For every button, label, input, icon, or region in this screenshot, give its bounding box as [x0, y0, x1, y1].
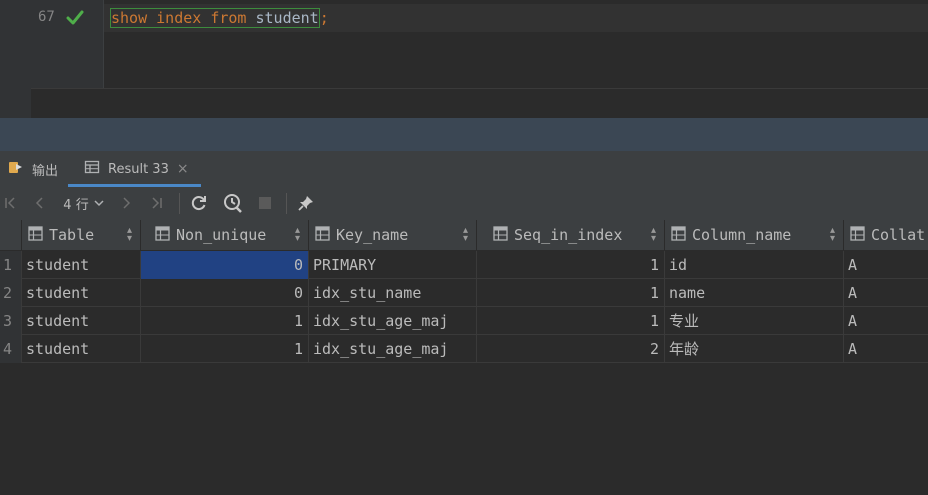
row-number-header — [0, 220, 22, 250]
result-grid[interactable]: Table ▴ ▾ Non_unique ▴ ▾ Key_name ▴ ▾ Seq_i… — [0, 220, 928, 495]
column-header-label: Key_name — [336, 226, 409, 244]
table-icon — [493, 225, 508, 245]
row-number: 1 — [0, 251, 22, 279]
cell-column-name[interactable]: id — [665, 251, 844, 279]
table-icon — [850, 225, 865, 245]
cell-table[interactable]: student — [22, 335, 141, 363]
column-header-non-unique[interactable]: Non_unique ▴ ▾ — [141, 220, 309, 250]
prev-page-icon[interactable] — [32, 193, 48, 213]
row-number: 2 — [0, 279, 22, 307]
column-header-label: Seq_in_index — [514, 226, 623, 244]
cell-column-name[interactable]: 专业 — [665, 307, 844, 335]
table-icon — [28, 225, 43, 245]
statement-highlight: show index from student — [110, 8, 320, 28]
panel-divider[interactable] — [0, 118, 928, 151]
column-header-table[interactable]: Table ▴ ▾ — [22, 220, 141, 250]
code-line[interactable]: show index from student; — [110, 6, 329, 30]
refresh-icon[interactable] — [189, 193, 209, 213]
cell-seq-in-index[interactable]: 1 — [477, 251, 665, 279]
line-number: 67 — [38, 9, 55, 25]
semicolon: ; — [319, 9, 329, 27]
chevron-down-icon — [94, 200, 104, 207]
sort-icon[interactable]: ▴ ▾ — [295, 226, 300, 244]
cell-collation[interactable]: A — [844, 279, 928, 307]
sql-editor[interactable]: 67 show index from student; — [0, 0, 928, 119]
tab-output[interactable]: 输出 — [8, 151, 58, 187]
cell-key-name[interactable]: idx_stu_age_maj — [309, 307, 477, 335]
sort-icon[interactable]: ▴ ▾ — [463, 226, 468, 244]
tab-result-33[interactable]: Result 33 × — [68, 151, 201, 187]
cell-table[interactable]: student — [22, 279, 141, 307]
stop-icon[interactable] — [256, 193, 274, 213]
check-icon — [66, 10, 84, 25]
pin-icon[interactable] — [296, 193, 316, 213]
cell-seq-in-index[interactable]: 1 — [477, 307, 665, 335]
row-count-label: 4 行 — [63, 197, 89, 213]
keyword-show: show — [111, 9, 148, 27]
cell-column-name[interactable]: name — [665, 279, 844, 307]
table-row[interactable]: 3 student 1 idx_stu_age_maj 1 专业 A — [0, 307, 928, 335]
cell-non-unique[interactable]: 1 — [141, 335, 309, 363]
cell-non-unique[interactable]: 0 — [141, 279, 309, 307]
cell-key-name[interactable]: idx_stu_age_maj — [309, 335, 477, 363]
sort-icon[interactable]: ▴ ▾ — [127, 226, 132, 244]
identifier-student: student — [255, 9, 319, 27]
table-icon — [84, 159, 100, 179]
result-tabs: 输出 Result 33 × — [0, 151, 928, 188]
cell-key-name[interactable]: PRIMARY — [309, 251, 477, 279]
cell-non-unique[interactable]: 0 — [141, 251, 309, 279]
table-row[interactable]: 2 student 0 idx_stu_name 1 name A — [0, 279, 928, 307]
cell-table[interactable]: student — [22, 251, 141, 279]
column-header-label: Collat — [871, 226, 926, 244]
toolbar-separator — [179, 193, 180, 214]
table-row[interactable]: 1 student 0 PRIMARY 1 id A — [0, 251, 928, 279]
cell-table[interactable]: student — [22, 307, 141, 335]
column-header-label: Table — [49, 226, 95, 244]
sort-icon[interactable]: ▴ ▾ — [830, 226, 835, 244]
editor-empty-area — [31, 88, 928, 119]
cell-seq-in-index[interactable]: 1 — [477, 279, 665, 307]
row-count-dropdown[interactable]: 4 行 — [60, 193, 108, 213]
cell-collation[interactable]: A — [844, 307, 928, 335]
toolbar-separator — [286, 193, 287, 214]
last-page-icon[interactable] — [148, 193, 166, 213]
keyword-index: index — [156, 9, 202, 27]
close-icon[interactable]: × — [177, 161, 189, 177]
sort-icon[interactable]: ▴ ▾ — [651, 226, 656, 244]
column-header-key-name[interactable]: Key_name ▴ ▾ — [309, 220, 477, 250]
keyword-from: from — [210, 9, 247, 27]
cell-non-unique[interactable]: 1 — [141, 307, 309, 335]
history-icon[interactable] — [222, 193, 244, 213]
column-header-label: Column_name — [692, 226, 792, 244]
cell-seq-in-index[interactable]: 2 — [477, 335, 665, 363]
result-toolbar: 4 行 — [0, 187, 928, 221]
column-header-seq-in-index[interactable]: Seq_in_index ▴ ▾ — [477, 220, 665, 250]
column-header-collation[interactable]: Collat — [844, 220, 928, 250]
first-page-icon[interactable] — [2, 193, 18, 213]
column-header-column-name[interactable]: Column_name ▴ ▾ — [665, 220, 844, 250]
row-number: 3 — [0, 307, 22, 335]
editor-left-strip — [0, 0, 31, 118]
next-page-icon[interactable] — [118, 193, 134, 213]
tab-output-label: 输出 — [32, 163, 59, 179]
cell-collation[interactable]: A — [844, 251, 928, 279]
cell-collation[interactable]: A — [844, 335, 928, 363]
table-icon — [315, 225, 330, 245]
tab-result-label: Result 33 — [108, 161, 169, 177]
column-header-label: Non_unique — [176, 226, 267, 244]
table-row[interactable]: 4 student 1 idx_stu_age_maj 2 年龄 A — [0, 335, 928, 363]
cell-column-name[interactable]: 年龄 — [665, 335, 844, 363]
row-number: 4 — [0, 335, 22, 363]
table-icon — [155, 225, 170, 245]
table-icon — [671, 225, 686, 245]
cell-key-name[interactable]: idx_stu_name — [309, 279, 477, 307]
output-icon — [8, 159, 24, 179]
